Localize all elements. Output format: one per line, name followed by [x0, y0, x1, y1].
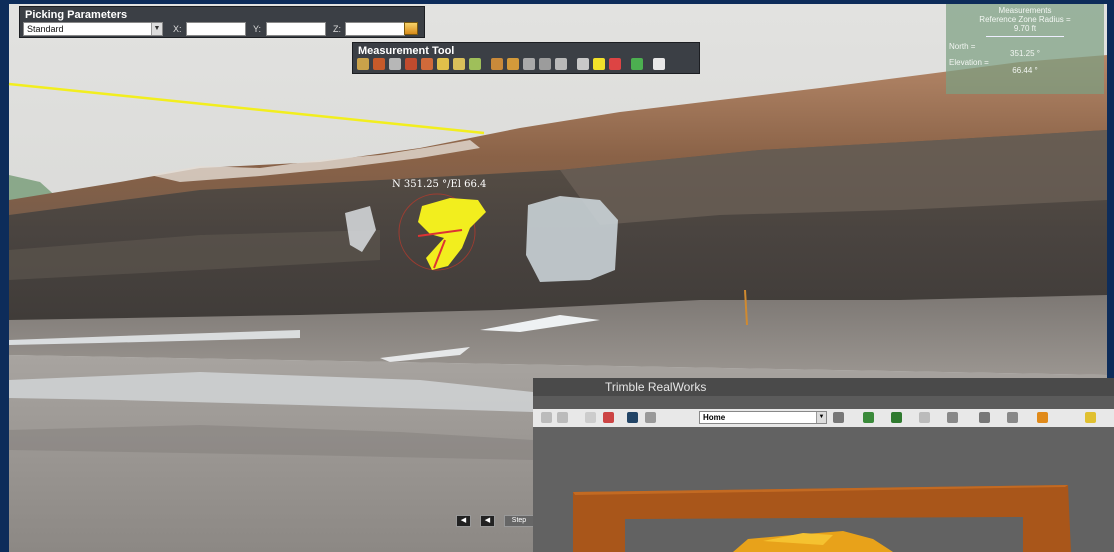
- north-value: 351.25 °: [1010, 49, 1040, 58]
- vertical-distance-icon[interactable]: [389, 58, 401, 70]
- measurements-title: Measurements: [998, 6, 1052, 15]
- orientation-annotation: N 351.25 °/El 66.4: [392, 179, 487, 190]
- report-icon[interactable]: [539, 58, 551, 70]
- fit-plane-icon[interactable]: [491, 58, 503, 70]
- measure-icon[interactable]: [645, 412, 656, 423]
- picking-mode-value: Standard: [27, 24, 64, 34]
- view-select[interactable]: Home ▼: [699, 411, 827, 424]
- picking-mode-select[interactable]: Standard ▼: [23, 22, 163, 36]
- link-icon[interactable]: [947, 412, 958, 423]
- step-button[interactable]: Step: [504, 515, 534, 527]
- view-toolbar: Home ▼: [533, 409, 1114, 427]
- info-icon[interactable]: [631, 58, 643, 70]
- measurement-tool-title: Measurement Tool: [358, 45, 455, 57]
- y-label: Y:: [253, 24, 262, 34]
- measurement-tool-toolbar: Measurement Tool: [352, 42, 700, 74]
- picking-parameters-panel: Picking Parameters Standard ▼ X: Y: Z:: [19, 6, 425, 38]
- divider: [986, 36, 1064, 37]
- reference-zone-value: 9.70 ft: [1013, 24, 1037, 33]
- view-select-value: Home: [703, 413, 726, 422]
- plane-measure-icon[interactable]: [593, 58, 605, 70]
- realworks-3d-view[interactable]: [533, 427, 1114, 552]
- axis-icon[interactable]: [833, 412, 844, 423]
- export-icon[interactable]: [523, 58, 535, 70]
- warning-icon[interactable]: [1037, 412, 1048, 423]
- volume-icon[interactable]: [437, 58, 449, 70]
- window-title: Trimble RealWorks: [533, 378, 1114, 396]
- height-icon[interactable]: [373, 58, 385, 70]
- measurements-panel: Measurements Reference Zone Radius = 9.7…: [946, 4, 1104, 94]
- dots-icon[interactable]: [577, 58, 589, 70]
- print-icon[interactable]: [585, 412, 596, 423]
- rotate-icon[interactable]: [1007, 412, 1018, 423]
- area-icon[interactable]: [421, 58, 433, 70]
- x-coordinate-field[interactable]: [186, 22, 246, 36]
- exit-icon[interactable]: [653, 58, 665, 70]
- trimble-realworks-window: Trimble RealWorks Home ▼: [533, 378, 1114, 552]
- pick-point-button[interactable]: [404, 22, 418, 35]
- color-by-icon[interactable]: [863, 412, 874, 423]
- distance-icon[interactable]: [357, 58, 369, 70]
- elevation-value: 66.44 °: [1012, 66, 1038, 75]
- circle-icon[interactable]: [453, 58, 465, 70]
- picking-parameters-title: Picking Parameters: [25, 9, 128, 21]
- grid-icon[interactable]: [555, 58, 567, 70]
- orientation-icon[interactable]: [507, 58, 519, 70]
- points-icon[interactable]: [919, 412, 930, 423]
- z-coordinate-field[interactable]: [345, 22, 405, 36]
- z-label: Z:: [333, 24, 341, 34]
- previous-button[interactable]: ◀: [480, 515, 495, 527]
- forward-icon[interactable]: [557, 412, 568, 423]
- x-label: X:: [173, 24, 182, 34]
- chevron-down-icon: ▼: [151, 23, 162, 35]
- snapshot-icon[interactable]: [603, 412, 614, 423]
- plane-icon[interactable]: [1085, 412, 1096, 423]
- reference-zone-label: Reference Zone Radius =: [979, 15, 1071, 24]
- chevron-down-icon: ▼: [816, 412, 826, 423]
- back-icon[interactable]: [541, 412, 552, 423]
- first-button[interactable]: ◀: [456, 515, 471, 527]
- dip-icon[interactable]: [609, 58, 621, 70]
- y-coordinate-field[interactable]: [266, 22, 326, 36]
- display-icon[interactable]: [891, 412, 902, 423]
- box-icon[interactable]: [979, 412, 990, 423]
- point-icon[interactable]: [469, 58, 481, 70]
- angle-icon[interactable]: [405, 58, 417, 70]
- ruler-icon[interactable]: [627, 412, 638, 423]
